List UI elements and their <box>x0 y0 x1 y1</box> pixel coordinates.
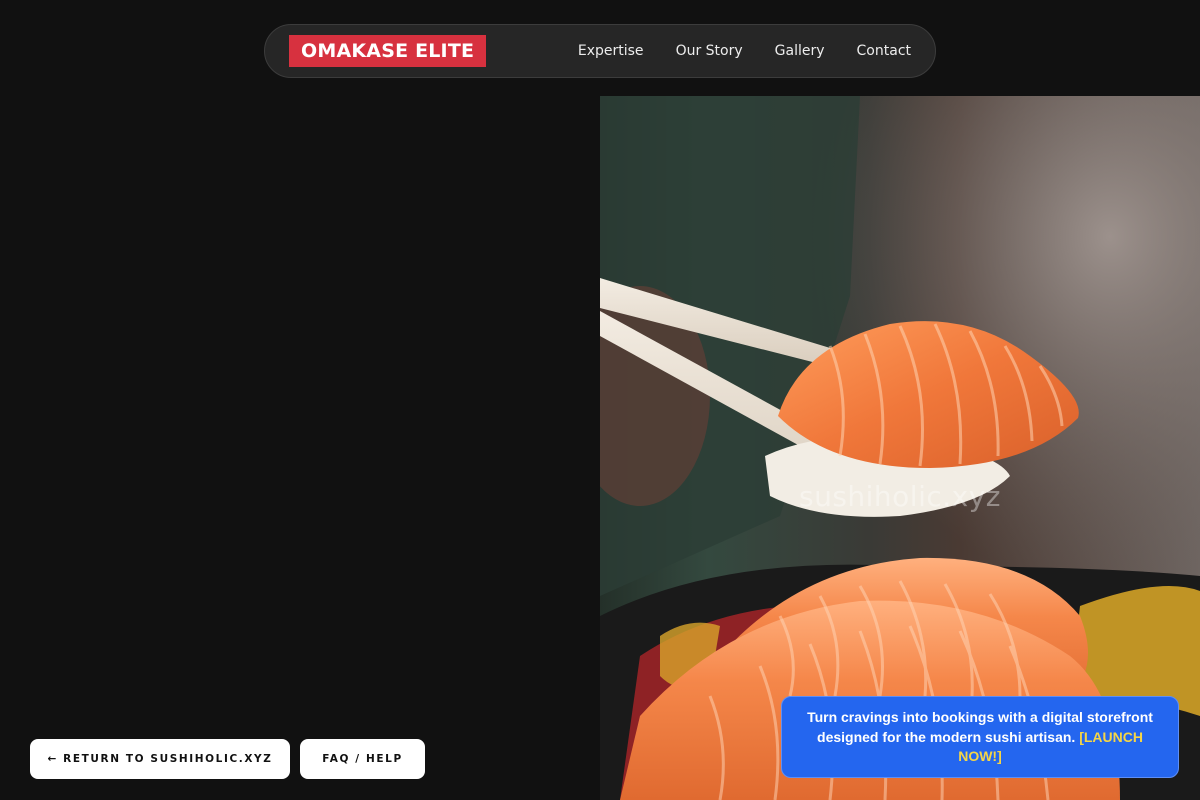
sushi-photo <box>600 96 1200 800</box>
nav-link-expertise[interactable]: Expertise <box>578 43 644 59</box>
promo-banner[interactable]: Turn cravings into bookings with a digit… <box>781 696 1179 778</box>
watermark-text: sushiholic.xyz <box>798 480 1001 513</box>
nav-link-gallery[interactable]: Gallery <box>775 43 825 59</box>
top-navbar: OMAKASE ELITE Expertise Our Story Galler… <box>264 24 936 78</box>
nav-links: Expertise Our Story Gallery Contact <box>578 43 911 59</box>
nav-link-contact[interactable]: Contact <box>857 43 911 59</box>
return-button[interactable]: ← RETURN TO SUSHIHOLIC.XYZ <box>30 739 290 779</box>
nav-link-our-story[interactable]: Our Story <box>676 43 743 59</box>
brand-logo[interactable]: OMAKASE ELITE <box>289 35 487 67</box>
hero-image: sushiholic.xyz <box>600 96 1200 800</box>
page: OMAKASE ELITE Expertise Our Story Galler… <box>0 0 1200 800</box>
faq-help-button[interactable]: FAQ / HELP <box>300 739 425 779</box>
